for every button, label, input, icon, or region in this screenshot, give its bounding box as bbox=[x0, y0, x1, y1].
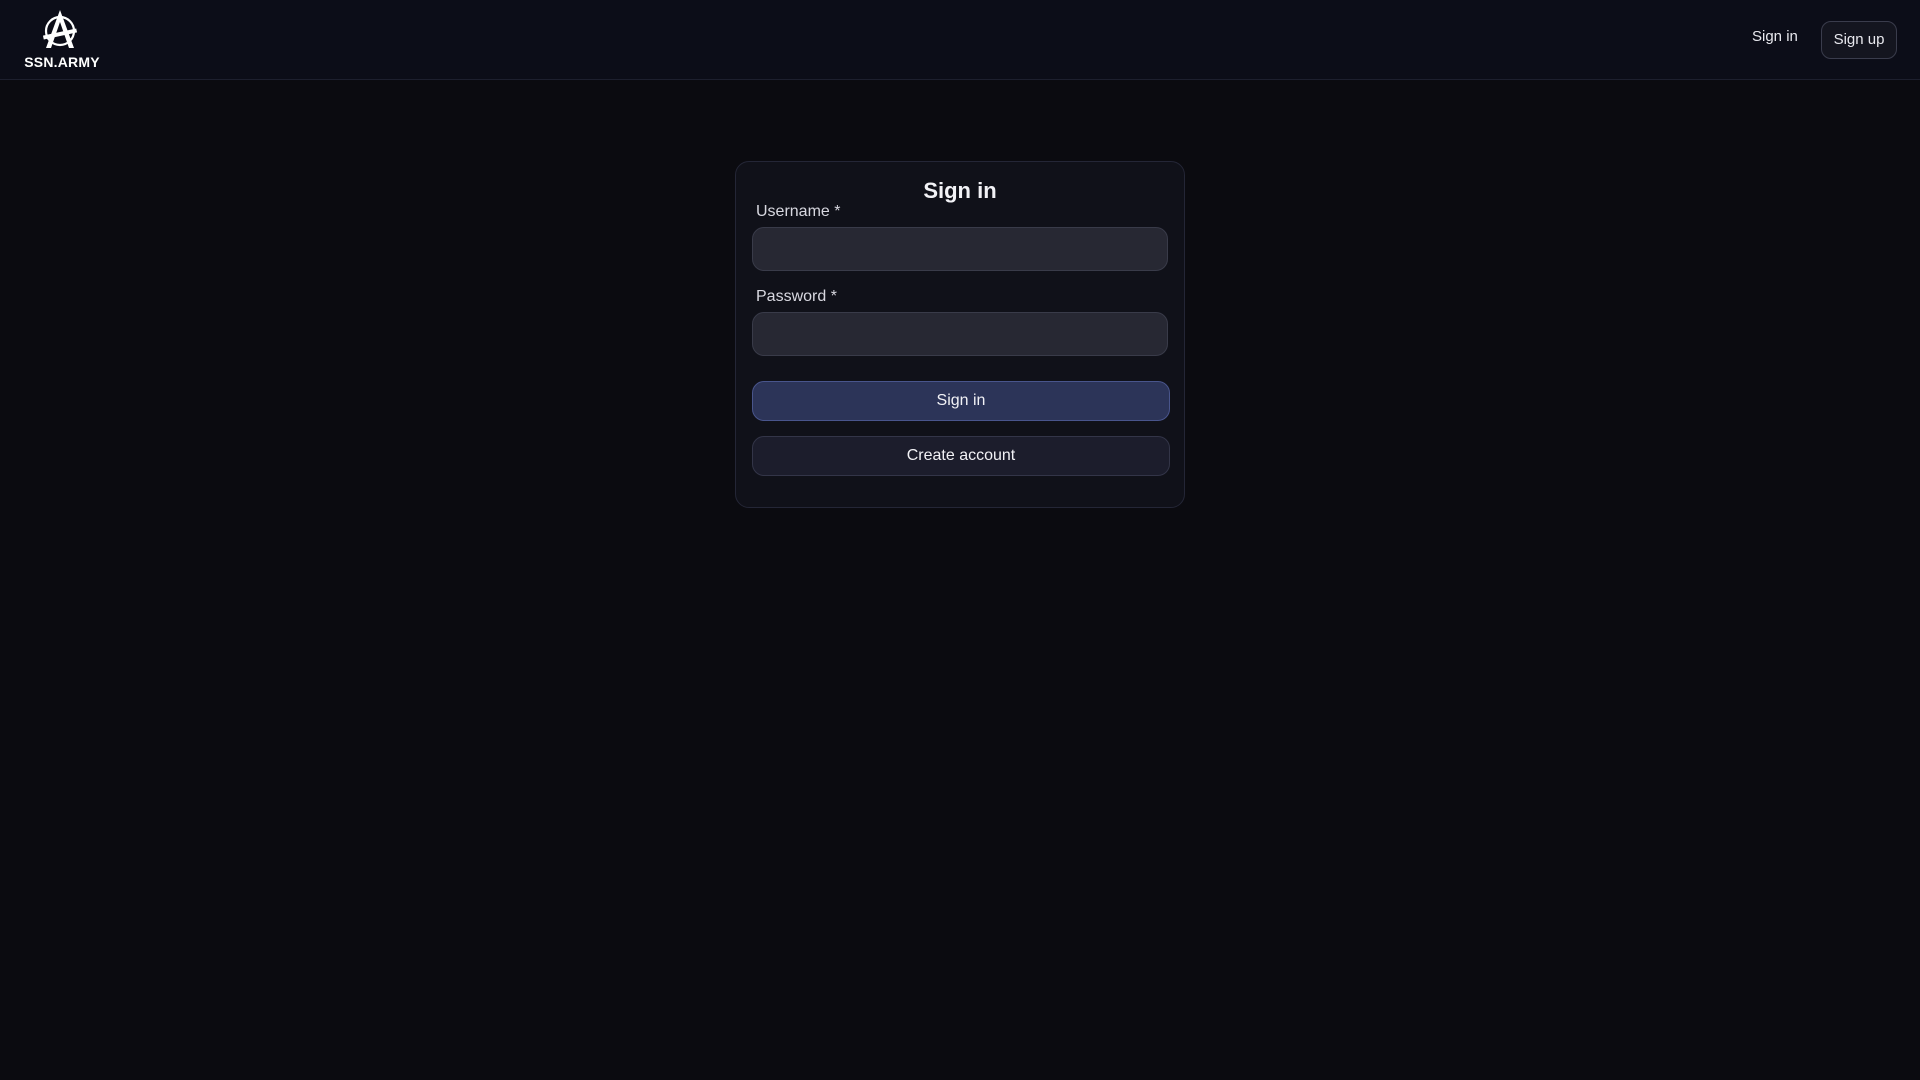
brand-name: SSN.ARMY bbox=[24, 54, 100, 70]
top-navigation-bar: SSN.ARMY Sign in Sign up bbox=[0, 0, 1920, 80]
create-account-button[interactable]: Create account bbox=[752, 436, 1170, 476]
anarchy-a-logo-icon bbox=[42, 10, 78, 48]
username-input[interactable] bbox=[752, 227, 1168, 271]
sign-in-card: Sign in Username * Password * Sign in Cr… bbox=[735, 161, 1185, 508]
header-sign-in-link[interactable]: Sign in bbox=[1752, 28, 1798, 45]
brand-home-link[interactable]: SSN.ARMY bbox=[22, 8, 102, 72]
header-sign-up-button[interactable]: Sign up bbox=[1821, 21, 1897, 59]
password-label: Password * bbox=[756, 288, 837, 305]
password-input[interactable] bbox=[752, 312, 1168, 356]
username-label: Username * bbox=[756, 203, 841, 220]
sign-in-title: Sign in bbox=[923, 178, 997, 203]
sign-in-button[interactable]: Sign in bbox=[752, 381, 1170, 421]
